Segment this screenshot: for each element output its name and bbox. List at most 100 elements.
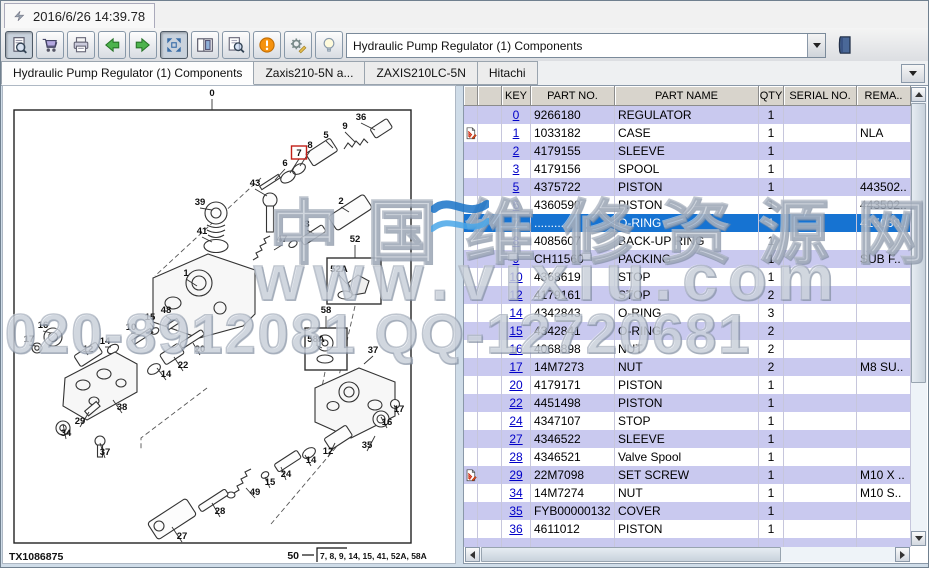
combobox-dropdown-button[interactable] <box>807 34 825 57</box>
part-callout-47[interactable]: 47 <box>277 234 288 245</box>
scroll-up-button[interactable] <box>911 87 926 102</box>
table-row-partial[interactable] <box>464 538 911 547</box>
part-callout-52A[interactable]: 52A <box>330 264 348 275</box>
scroll-left-button[interactable] <box>465 547 480 562</box>
key-link[interactable]: 24 <box>509 414 522 428</box>
key-link[interactable]: 20 <box>509 378 522 392</box>
part-callout-27[interactable]: 27 <box>177 531 188 542</box>
part-callout-16[interactable]: 16 <box>38 320 49 331</box>
part-callout-6[interactable]: 6 <box>282 158 287 169</box>
table-row-key-27[interactable]: 274346522SLEEVE1 <box>464 430 911 448</box>
key-link[interactable]: 2 <box>513 144 520 158</box>
part-callout-28[interactable]: 28 <box>215 506 226 517</box>
table-row-key-3[interactable]: 34179156SPOOL1 <box>464 160 911 178</box>
key-link[interactable]: 17 <box>509 360 522 374</box>
session-tab[interactable]: 2016/6/26 14:39.78 <box>4 3 155 28</box>
part-callout-38[interactable]: 38 <box>117 402 128 413</box>
table-row-key-9[interactable]: 9CH11560PACKING1SUB F.. <box>464 250 911 268</box>
part-callout-49[interactable]: 49 <box>250 487 261 498</box>
key-link[interactable]: 10 <box>509 270 522 284</box>
part-callout-2[interactable]: 2 <box>338 196 343 207</box>
tab-hitachi[interactable]: Hitachi <box>478 61 538 85</box>
tab-hydraulic-pump-regulator-1-components[interactable]: Hydraulic Pump Regulator (1) Components <box>1 61 254 85</box>
part-callout-12[interactable]: 12 <box>83 344 94 355</box>
key-link[interactable]: 9 <box>513 252 520 266</box>
part-callout-41[interactable]: 41 <box>197 226 208 237</box>
part-callout-24[interactable]: 24 <box>281 469 292 480</box>
book-button[interactable] <box>832 30 858 59</box>
key-link[interactable]: 34 <box>509 486 522 500</box>
toolbar-button-cart[interactable] <box>36 31 64 59</box>
part-callout-48[interactable]: 48 <box>161 305 172 316</box>
horizontal-scroll-thumb[interactable] <box>481 547 781 562</box>
table-row-key-1[interactable]: 11033182CASE1NLA <box>464 124 911 142</box>
table-row-key-29[interactable]: 2922M7098SET SCREW1M10 X .. <box>464 466 911 484</box>
note-icon[interactable] <box>465 468 478 483</box>
part-callout-17[interactable]: 17 <box>24 334 35 345</box>
part-callout-52[interactable]: 52 <box>350 234 361 245</box>
column-header-rema[interactable]: REMA.. <box>857 86 911 106</box>
part-callout-22[interactable]: 22 <box>178 360 189 371</box>
part-callout-20[interactable]: 20 <box>195 344 206 355</box>
column-header-key[interactable]: KEY <box>502 86 531 106</box>
part-callout-43[interactable]: 43 <box>250 178 261 189</box>
part-callout-39[interactable]: 39 <box>195 197 206 208</box>
part-callout-7[interactable]: 7 <box>296 148 301 159</box>
toolbar-button-parts-list[interactable] <box>5 31 33 59</box>
toolbar-button-fit-view[interactable] <box>160 31 188 59</box>
table-row-key-35[interactable]: 35FYB00000132COVER1 <box>464 502 911 520</box>
table-row-key-0[interactable]: 09266180REGULATOR1 <box>464 106 911 124</box>
table-row-key-8[interactable]: 84085607BACK-UP RING1 <box>464 232 911 250</box>
table-row-key-2[interactable]: 24179155SLEEVE1 <box>464 142 911 160</box>
table-row-key-14[interactable]: 144342843O-RING3 <box>464 304 911 322</box>
part-callout-14[interactable]: 14 <box>161 369 172 380</box>
part-callout-12[interactable]: 12 <box>323 446 334 457</box>
toolbar-button-alert[interactable] <box>253 31 281 59</box>
table-row-key-20[interactable]: 204179171PISTON1 <box>464 376 911 394</box>
column-header-part-name[interactable]: PART NAME <box>615 86 759 106</box>
key-link[interactable]: 35 <box>509 504 522 518</box>
vertical-scrollbar[interactable] <box>911 87 927 546</box>
part-callout-29[interactable]: 29 <box>75 416 86 427</box>
part-callout-34[interactable]: 34 <box>61 428 72 439</box>
column-header-blank[interactable] <box>464 86 478 106</box>
toolbar-button-zoom-search[interactable] <box>222 31 250 59</box>
part-callout-9[interactable]: 9 <box>342 121 347 132</box>
table-row-key-16[interactable]: 164068898NUT2 <box>464 340 911 358</box>
part-callout-58A[interactable]: 58A <box>307 334 325 345</box>
column-header-serial-no[interactable]: SERIAL NO. <box>784 86 857 106</box>
column-header-qty[interactable]: QTY <box>759 86 784 106</box>
column-header-part-no[interactable]: PART NO. <box>531 86 615 106</box>
part-callout-3[interactable]: 3 <box>304 219 309 230</box>
part-callout-58[interactable]: 58 <box>321 305 332 316</box>
key-link[interactable]: 3 <box>513 162 520 176</box>
part-callout-0[interactable]: 0 <box>209 88 214 99</box>
part-callout-5[interactable]: 5 <box>323 130 329 141</box>
key-link[interactable]: 5 <box>513 180 520 194</box>
part-callout-14[interactable]: 14 <box>100 336 111 347</box>
part-callout-37[interactable]: 37 <box>368 345 379 356</box>
key-link[interactable]: 36 <box>509 522 522 536</box>
tab-zaxis210-5n-a[interactable]: Zaxis210-5N a... <box>254 61 365 85</box>
table-row-key-17[interactable]: 1714M7273NUT2M8 SU.. <box>464 358 911 376</box>
table-row-key-28[interactable]: 284346521Valve Spool1 <box>464 448 911 466</box>
key-link[interactable]: 12 <box>509 288 522 302</box>
horizontal-scrollbar[interactable] <box>465 547 910 562</box>
key-link[interactable]: 29 <box>509 468 522 482</box>
key-link[interactable]: 28 <box>509 450 522 464</box>
part-callout-15[interactable]: 15 <box>145 312 156 323</box>
key-link[interactable]: 8 <box>513 234 520 248</box>
part-callout-17[interactable]: 17 <box>394 404 405 415</box>
vertical-scroll-thumb[interactable] <box>911 103 926 383</box>
part-callout-35[interactable]: 35 <box>362 440 373 451</box>
note-icon[interactable] <box>465 126 478 141</box>
toolbar-button-forward[interactable] <box>129 31 157 59</box>
part-callout-1[interactable]: 1 <box>183 268 189 279</box>
table-row-key-22[interactable]: 224451498PISTON1 <box>464 394 911 412</box>
table-row-key-12[interactable]: 124179161STOP2 <box>464 286 911 304</box>
part-callout-36[interactable]: 36 <box>356 112 367 123</box>
key-link[interactable]: 6 <box>513 198 520 212</box>
table-row-key-7[interactable]: 7.........O-RING1415030.. <box>464 214 911 232</box>
table-row-key-15[interactable]: 154342841O-RING2 <box>464 322 911 340</box>
key-link[interactable]: 14 <box>509 306 522 320</box>
